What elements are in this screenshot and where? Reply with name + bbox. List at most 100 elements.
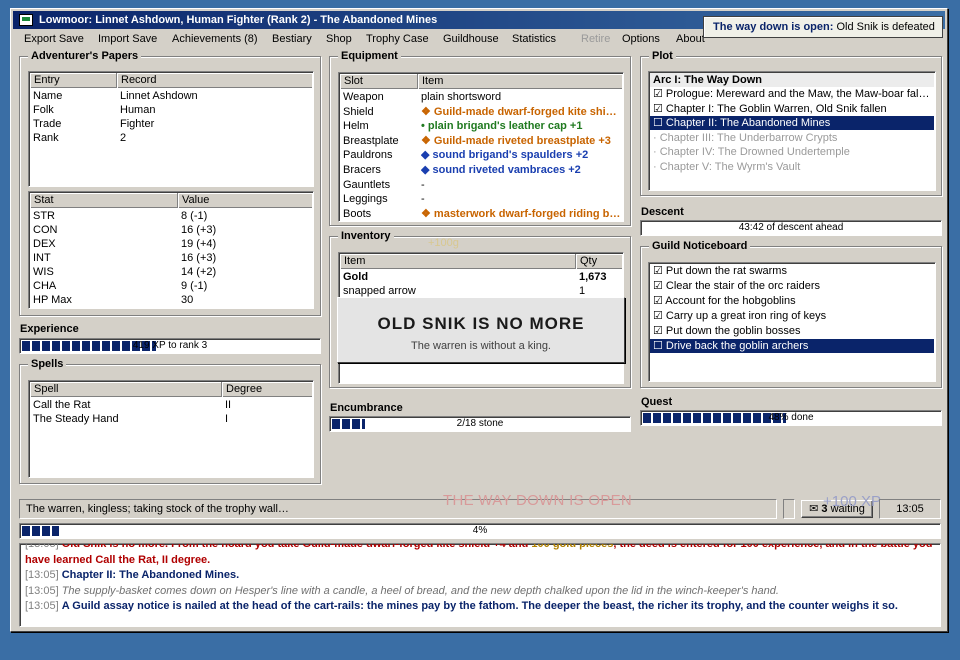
menu-achievements-8[interactable]: Achievements (8) [172, 33, 258, 45]
experience-text: 419 XP to rank 3 [132, 340, 208, 351]
noticeboard-list: ☑ Put down the rat swarms ☑ Clear the sta… [648, 262, 936, 382]
papers-row[interactable]: Name Linnet Ashdown [30, 89, 312, 103]
equipment-row[interactable]: Bracers ◆ sound riveted vambraces +2 [340, 163, 622, 177]
status-text-box: The warren, kingless; taking stock of th… [19, 499, 777, 519]
inventory-row[interactable]: snapped arrow 1 [340, 284, 622, 298]
guild-noticeboard-label: Guild Noticeboard [649, 240, 751, 252]
descent-text: 43:42 of descent ahead [738, 222, 844, 233]
equipment-row[interactable]: Gauntlets - [340, 178, 622, 192]
menu-options[interactable]: Options [622, 33, 660, 45]
plot-item[interactable]: ☐ Chapter II: The Abandoned Mines [650, 116, 934, 131]
encumbrance-text: 2/18 stone [456, 418, 504, 429]
victory-popup: OLD SNIK IS NO MORE The warren is withou… [337, 297, 625, 363]
equipment-slot: Breastplate [343, 134, 399, 147]
stat-row[interactable]: STR 8 (-1) [30, 209, 312, 223]
adventurers-papers-label: Adventurer's Papers [28, 50, 142, 62]
col-value[interactable]: Value [178, 193, 313, 208]
col-entry[interactable]: Entry [30, 73, 117, 88]
spell-cell: II [225, 399, 232, 411]
equipment-row[interactable]: Pauldrons ◆ sound brigand's spaulders +2 [340, 148, 622, 162]
notice-item[interactable]: ☐ Drive back the goblin archers [650, 339, 934, 353]
equipment-row[interactable]: Shield ❖ Guild-made dwarf-forged kite shi… [340, 105, 622, 119]
papers-row[interactable]: Trade Fighter [30, 117, 312, 131]
plot-group: Plot Arc I: The Way Down ☑ Prologue: Mer… [640, 50, 942, 196]
stat-row[interactable]: INT 16 (+3) [30, 251, 312, 265]
notice-item[interactable]: ☑ Put down the goblin bosses [650, 324, 934, 338]
stat-row[interactable]: DEX 19 (+4) [30, 237, 312, 251]
papers-row[interactable]: Folk Human [30, 103, 312, 117]
notice-item-label: ☑ Clear the stair of the orc raiders [653, 280, 820, 292]
col-spell[interactable]: Spell [30, 382, 222, 397]
menu-import-save[interactable]: Import Save [98, 33, 157, 45]
notice-item[interactable]: ☑ Account for the hobgoblins [650, 294, 934, 308]
log-timestamp: [13:05] [25, 584, 59, 597]
stat-row[interactable]: CHA 9 (-1) [30, 279, 312, 293]
stat-row[interactable]: HP Max 30 [30, 293, 312, 307]
menu-guildhouse[interactable]: Guildhouse [443, 33, 499, 45]
equipment-row[interactable]: Breastplate ❖ Guild-made riveted breastpl… [340, 134, 622, 148]
clock-box: 13:05 [879, 499, 941, 519]
spell-row[interactable]: The Steady Hand I [30, 412, 312, 426]
descent-label: Descent [641, 206, 684, 218]
menu-export-save[interactable]: Export Save [24, 33, 84, 45]
spells-label: Spells [28, 358, 67, 370]
equipment-slot: Gauntlets [343, 178, 391, 191]
notice-item-label: ☑ Carry up a great iron ring of keys [653, 310, 827, 322]
quest-label: Quest [641, 396, 673, 408]
notice-item[interactable]: ☑ Put down the rat swarms [650, 264, 934, 278]
menu-trophy-case[interactable]: Trophy Case [366, 33, 429, 45]
plot-item-label: · Chapter III: The Underbarrow Crypts [653, 131, 838, 144]
stat-row[interactable]: WIS 14 (+2) [30, 265, 312, 279]
plot-item[interactable]: · Chapter V: The Wyrm's Vault [650, 160, 934, 174]
menu-statistics[interactable]: Statistics [512, 33, 556, 45]
col-inv-item[interactable]: Item [340, 254, 576, 269]
papers-cell: Name [33, 90, 63, 102]
spell-cell: The Steady Hand [33, 413, 119, 425]
col-slot[interactable]: Slot [340, 74, 418, 89]
inventory-item: Gold [343, 271, 369, 283]
log-timestamp: [13:05] [25, 569, 59, 581]
notice-item[interactable]: ☑ Clear the stair of the orc raiders [650, 279, 934, 293]
col-stat[interactable]: Stat [30, 193, 178, 208]
plot-item[interactable]: · Chapter III: The Underbarrow Crypts [650, 131, 934, 145]
col-degree[interactable]: Degree [222, 382, 313, 397]
main-window: Lowmoor: Linnet Ashdown, Human Fighter (… [10, 8, 948, 632]
gold-gain-float: +100g [428, 237, 459, 249]
equipment-list: Slot Item Weapon plain shortsword Shield ❖ G… [338, 72, 624, 222]
papers-row[interactable]: Rank 2 [30, 131, 312, 145]
log-line: [13:05] The supply-basket comes down on … [25, 584, 935, 600]
encumbrance-label: Encumbrance [330, 402, 403, 414]
menu-about[interactable]: About [676, 33, 705, 45]
equipment-item: • plain brigand's leather cap +1 [421, 120, 583, 133]
plot-item[interactable]: ☑ Chapter I: The Goblin Warren, Old Snik… [650, 102, 934, 116]
notification-toast[interactable]: The way down is open: Old Snik is defeat… [703, 16, 943, 38]
menu-bestiary[interactable]: Bestiary [272, 33, 312, 45]
plot-item[interactable]: ☑ Prologue: Mereward and the Maw, the Ma… [650, 87, 934, 101]
equipment-row[interactable]: Leggings - [340, 192, 622, 206]
equipment-item: plain shortsword [421, 91, 502, 103]
equipment-item: ❖ masterwork dwarf-forged riding boots [421, 207, 621, 220]
log-timestamp: [13:05] [25, 600, 59, 612]
papers-cell: Folk [33, 104, 54, 116]
menu-retire[interactable]: Retire [581, 33, 610, 45]
message-log[interactable]: [13:05] Old Snik is no more. From the ho… [19, 543, 941, 627]
menu-shop[interactable]: Shop [326, 33, 352, 45]
equipment-row[interactable]: Weapon plain shortsword [340, 90, 622, 104]
notice-item-label: ☑ Put down the rat swarms [653, 265, 787, 277]
col-qty[interactable]: Qty [576, 254, 623, 269]
col-item[interactable]: Item [418, 74, 623, 89]
col-record[interactable]: Record [117, 73, 313, 88]
equipment-row[interactable]: Boots ❖ masterwork dwarf-forged riding bo… [340, 207, 622, 221]
inventory-label: Inventory [338, 230, 394, 242]
stat-row[interactable]: CON 16 (+3) [30, 223, 312, 237]
spells-group: Spells Spell Degree Call the Rat II The Ste… [19, 358, 321, 484]
notice-item[interactable]: ☑ Carry up a great iron ring of keys [650, 309, 934, 323]
equipment-row[interactable]: Helm • plain brigand's leather cap +1 [340, 119, 622, 133]
spells-list: Spell Degree Call the Rat II The Steady Han… [28, 380, 314, 478]
plot-item[interactable]: · Chapter IV: The Drowned Undertemple [650, 145, 934, 159]
inventory-row[interactable]: Gold 1,673 [340, 270, 622, 284]
equipment-item: ◆ sound riveted vambraces +2 [421, 164, 581, 176]
log-line: [13:05] Old Snik is no more. From the ho… [25, 544, 935, 568]
spell-row[interactable]: Call the Rat II [30, 398, 312, 412]
equipment-item: ❖ Guild-made riveted breastplate +3 [421, 134, 611, 147]
